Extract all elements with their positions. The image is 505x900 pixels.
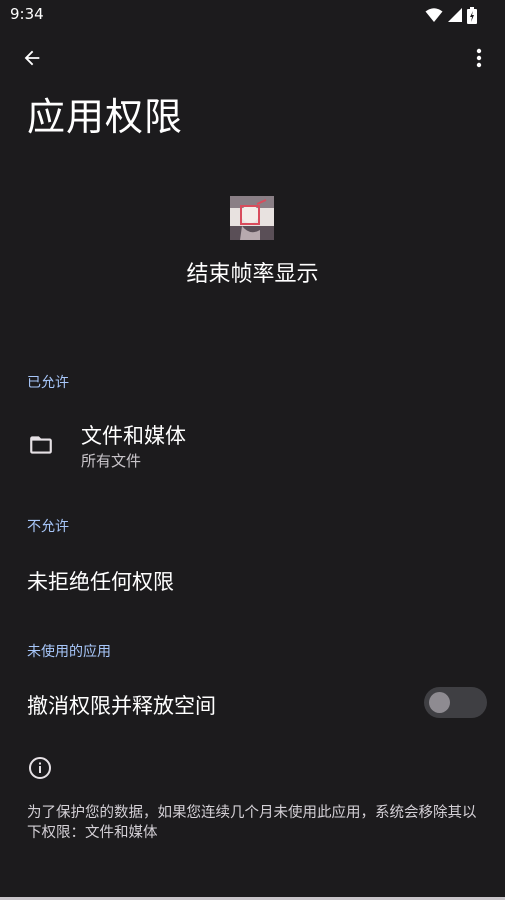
back-button[interactable] — [12, 38, 52, 78]
toggle-knob — [429, 692, 450, 713]
footer-info-text: 为了保护您的数据，如果您连续几个月未使用此应用，系统会移除其以下权限：文件和媒体 — [27, 805, 477, 841]
back-arrow-icon — [24, 50, 40, 66]
permission-title: 文件和媒体 — [81, 424, 186, 448]
section-header-denied: 不允许 — [27, 519, 69, 535]
remove-permissions-toggle[interactable] — [424, 687, 487, 718]
permission-subtitle: 所有文件 — [81, 452, 142, 470]
more-options-button[interactable] — [459, 38, 499, 78]
status-time: 9:34 — [10, 5, 44, 23]
no-denied-permissions-text: 未拒绝任何权限 — [27, 570, 174, 594]
status-bar: 9:34 — [0, 0, 505, 30]
remove-permissions-label: 撤消权限并释放空间 — [27, 694, 216, 718]
page-title: 应用权限 — [27, 95, 184, 139]
more-vert-icon — [476, 48, 482, 68]
permission-item-files-media[interactable]: 文件和媒体 所有文件 — [0, 412, 505, 484]
app-icon — [230, 196, 274, 240]
status-icons — [425, 6, 477, 24]
app-name: 结束帧率显示 — [186, 262, 319, 287]
signal-icon — [448, 8, 462, 22]
wifi-icon — [425, 8, 443, 22]
section-header-allowed: 已允许 — [27, 375, 69, 391]
battery-icon — [467, 6, 477, 24]
section-header-unused-apps: 未使用的应用 — [27, 644, 111, 660]
info-icon — [29, 757, 51, 779]
folder-icon — [30, 436, 52, 454]
